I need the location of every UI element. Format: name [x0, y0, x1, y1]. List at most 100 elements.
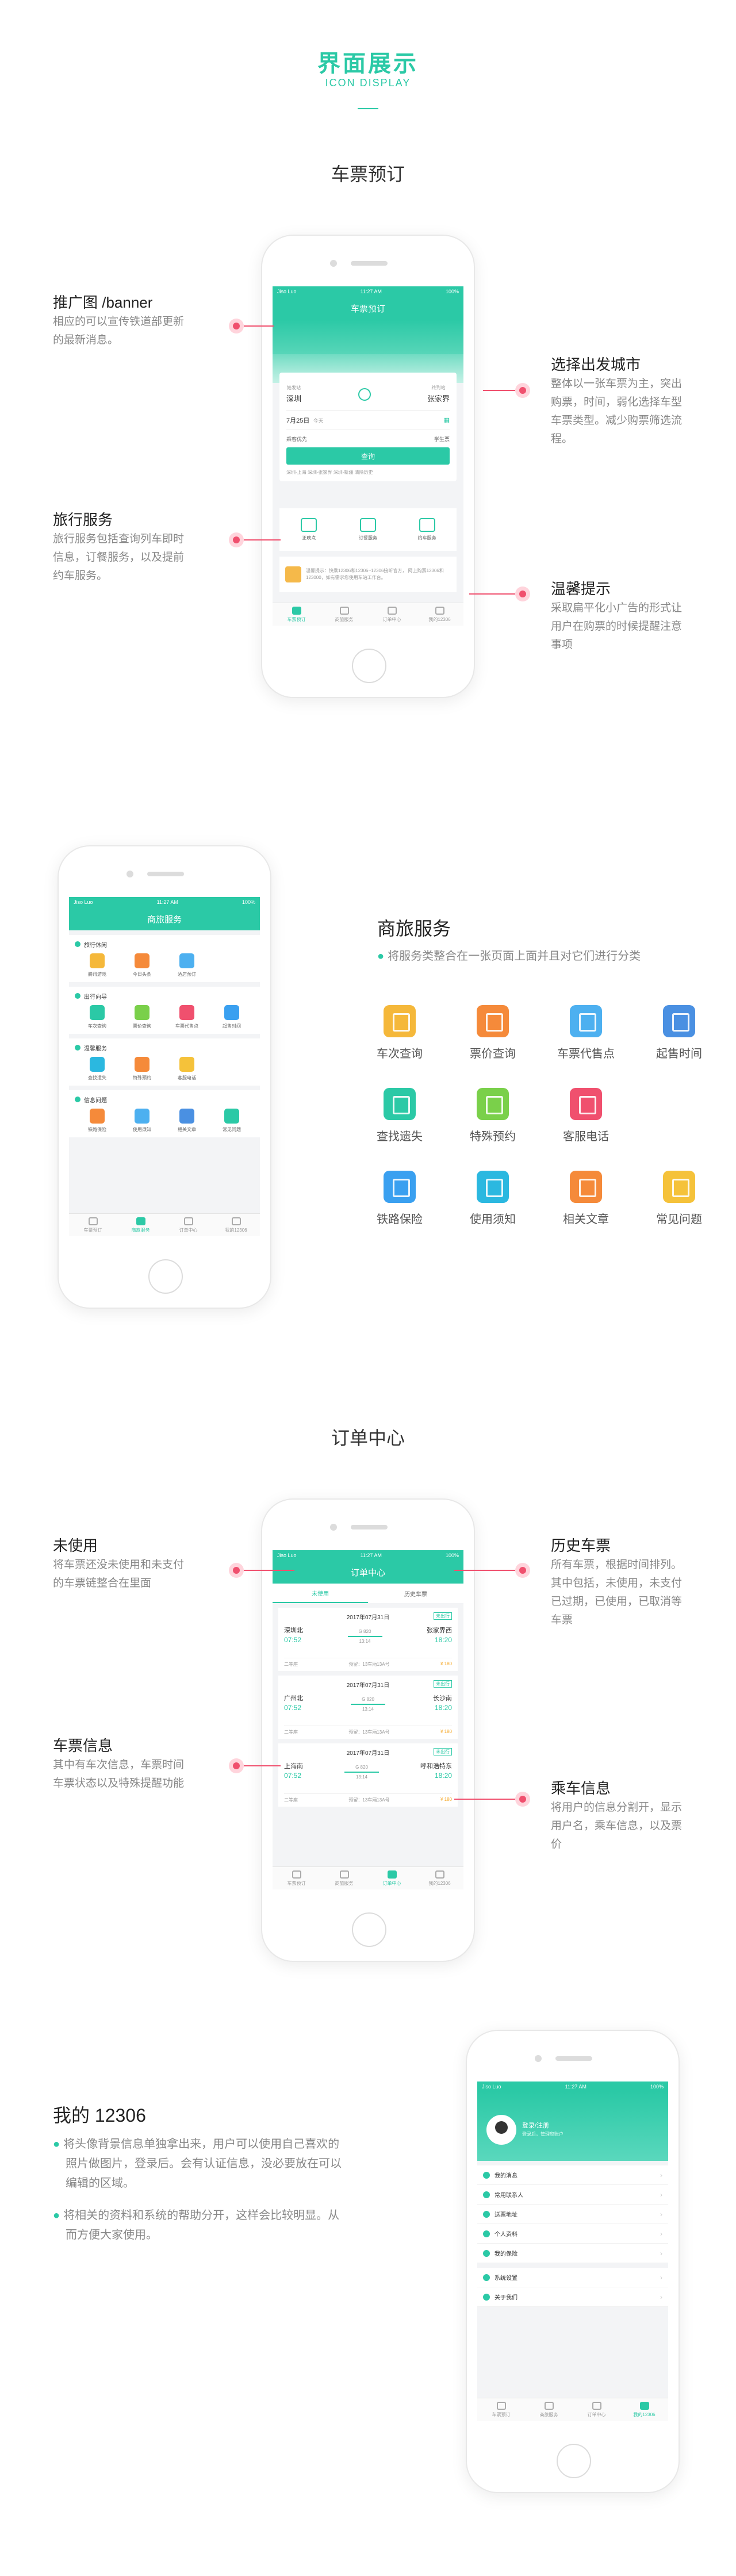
tab-history[interactable]: 历史车票 — [368, 1584, 463, 1603]
profile-header[interactable]: 登录/注册 登录后，管理您账户 — [477, 2092, 668, 2161]
service-grid-item[interactable]: 车次查询 — [368, 1005, 431, 1061]
option-priority[interactable]: 乘客优先 — [286, 435, 307, 443]
group-title: 出行向导 — [84, 994, 107, 1000]
menu-label: 送票地址 — [494, 2212, 518, 2218]
option-student[interactable]: 学生票 — [434, 435, 450, 443]
ticket-card[interactable]: 2017年07月31日 未出行 广州北 07:52 G 820 13:14 长沙南 18:20… — [278, 1676, 458, 1739]
tab-orders[interactable]: 订单中心 — [573, 2398, 620, 2421]
to-station[interactable]: 终到站 张家界 — [427, 385, 450, 404]
group-header: 信息问题 — [75, 1094, 254, 1105]
service-item[interactable]: 票价查询 — [120, 1005, 164, 1029]
ticket-card[interactable]: 2017年07月31日 未出行 深圳北 07:52 G 820 13:14 张家界西 18:2… — [278, 1608, 458, 1671]
menu-label: 常用联系人 — [494, 2192, 523, 2199]
service-grid-item[interactable]: 票价查询 — [461, 1005, 524, 1061]
tab-booking[interactable]: 车票预订 — [477, 2398, 525, 2421]
query-button[interactable]: 查询 — [286, 447, 450, 465]
callout-banner-title: 推广图 /banner — [53, 294, 153, 311]
tab-service[interactable]: 商旅服务 — [320, 1867, 368, 1889]
login-label[interactable]: 登录/注册 — [522, 2121, 549, 2130]
tab-booking[interactable]: 车票预订 — [273, 1867, 320, 1889]
service-item[interactable]: 使用须知 — [120, 1109, 164, 1133]
service-grid-item[interactable]: 相关文章 — [554, 1171, 618, 1226]
home-button — [148, 1259, 183, 1294]
menu-item[interactable]: 我的消息 › — [477, 2165, 668, 2185]
service-grid-item[interactable]: 客服电话 — [554, 1088, 618, 1144]
service-item[interactable]: 客服电话 — [164, 1057, 209, 1081]
menu-item[interactable]: 我的保险 › — [477, 2244, 668, 2263]
service-item[interactable]: 相关文章 — [164, 1109, 209, 1133]
menu-item[interactable]: 常用联系人 › — [477, 2185, 668, 2205]
service-grid-item[interactable]: 铁路保险 — [368, 1171, 431, 1226]
tab-mine[interactable]: 我的12306 — [416, 1867, 463, 1889]
menu-icon — [483, 2293, 490, 2301]
phone-service: Jiso Luo 11:27 AM 100% 商旅服务 旅行休闲 腾讯游戏 今日头条… — [57, 845, 271, 1309]
service-delay[interactable]: 正晚点 — [279, 508, 339, 551]
service-item[interactable]: 车票代售点 — [164, 1005, 209, 1029]
callout-tip-title: 温馨提示 — [551, 580, 611, 597]
service-grid-item[interactable]: 常见问题 — [647, 1171, 711, 1226]
callout-dot — [229, 1563, 244, 1578]
menu-item[interactable]: 送票地址 › — [477, 2205, 668, 2224]
tab-orders[interactable]: 订单中心 — [368, 603, 416, 626]
ticket-route: 广州北 07:52 G 820 13:14 长沙南 18:20 — [284, 1693, 452, 1712]
service-item-icon — [179, 1005, 194, 1020]
phone-camera — [535, 2055, 542, 2062]
tab-orders[interactable]: 订单中心 — [164, 1214, 212, 1236]
avatar[interactable] — [486, 2115, 516, 2145]
service-item-label: 车票代售点 — [175, 1023, 198, 1029]
service-section-desc: ● 将服务类整合在一张页面上面并且对它们进行分类 — [377, 950, 641, 963]
service-meal[interactable]: 订餐服务 — [339, 508, 398, 551]
service-item[interactable]: 常见问题 — [209, 1109, 254, 1133]
status-bar: Jiso Luo 11:27 AM 100% — [273, 286, 463, 297]
service-item[interactable]: 起售时间 — [209, 1005, 254, 1029]
tab-service[interactable]: 商旅服务 — [320, 603, 368, 626]
phone-speaker — [555, 2056, 592, 2061]
service-grid-item[interactable]: 特殊预约 — [461, 1088, 524, 1144]
service-grid-item[interactable]: 使用须知 — [461, 1171, 524, 1226]
ticket-line — [344, 1772, 379, 1773]
ticket-extra: 预留：13车厢13A号 — [348, 1662, 390, 1667]
service-item[interactable]: 铁路保险 — [75, 1109, 120, 1133]
service-item[interactable]: 查找遗失 — [75, 1057, 120, 1081]
tab-service[interactable]: 商旅服务 — [525, 2398, 573, 2421]
chevron-right-icon: › — [660, 2249, 662, 2257]
tab-orders[interactable]: 订单中心 — [368, 1867, 416, 1889]
tab-booking[interactable]: 车票预订 — [69, 1214, 117, 1236]
ticket-footer: 二等座 预留：13车厢13A号 ¥ 180 — [284, 1793, 452, 1803]
page-subtitle: ICON DISPLAY — [325, 77, 411, 89]
menu-item[interactable]: 关于我们 › — [477, 2287, 668, 2307]
search-history[interactable]: 深圳-上海 深圳-张家界 深圳-新疆 清除历史 — [286, 465, 450, 476]
service-grid-item[interactable]: 车票代售点 — [554, 1005, 618, 1061]
tab-service[interactable]: 商旅服务 — [117, 1214, 164, 1236]
nav-title: 订单中心 — [350, 1567, 385, 1578]
menu-item[interactable]: 系统设置 › — [477, 2268, 668, 2287]
service-item[interactable]: 特殊预约 — [120, 1057, 164, 1081]
ticket-card[interactable]: 2017年07月31日 未出行 上海南 07:52 G 820 13:14 呼和浩特东 18:… — [278, 1743, 458, 1807]
callout-dot — [515, 383, 530, 398]
tab-booking[interactable]: 车票预订 — [273, 603, 320, 626]
service-grid-item[interactable]: 查找遗失 — [368, 1088, 431, 1144]
service-grid-icon — [663, 1171, 695, 1203]
service-grid-label: 铁路保险 — [377, 1213, 423, 1226]
service-item[interactable]: 车次查询 — [75, 1005, 120, 1029]
tab-mine[interactable]: 我的12306 — [416, 603, 463, 626]
callout-history-desc: 所有车票，根据时间排列。 其中包括，未使用，未支付 已过期，已使用，已取消等 车票 — [551, 1559, 683, 1626]
tab-mine[interactable]: 我的12306 — [620, 2398, 668, 2421]
menu-item[interactable]: 个人资料 › — [477, 2224, 668, 2244]
service-item[interactable]: 今日头条 — [120, 953, 164, 977]
ticket-extra: 预留：13车厢13A号 — [348, 1797, 390, 1803]
swap-icon[interactable] — [358, 388, 371, 401]
service-item[interactable]: 酒店预订 — [164, 953, 209, 977]
service-car[interactable]: 约车服务 — [397, 508, 457, 551]
service-grid-item[interactable]: 起售时间 — [647, 1005, 711, 1061]
ticket-dep-time: 07:52 — [284, 1636, 302, 1644]
notice-bar[interactable]: 温馨提示：快乘12306和12306~12306接听官方， 网上购票12306和… — [279, 557, 457, 592]
from-station[interactable]: 始发站 深圳 — [286, 385, 301, 404]
service-item[interactable]: 腾讯游戏 — [75, 953, 120, 977]
tab-unused[interactable]: 未使用 — [273, 1584, 368, 1603]
service-item-label: 酒店预订 — [178, 972, 196, 977]
date-row[interactable]: 7月25日 今天 ▦ — [286, 411, 450, 430]
tab-mine[interactable]: 我的12306 — [212, 1214, 260, 1236]
user-icon — [639, 2401, 649, 2410]
ticket-route: 深圳北 07:52 G 820 13:14 张家界西 18:20 — [284, 1626, 452, 1644]
